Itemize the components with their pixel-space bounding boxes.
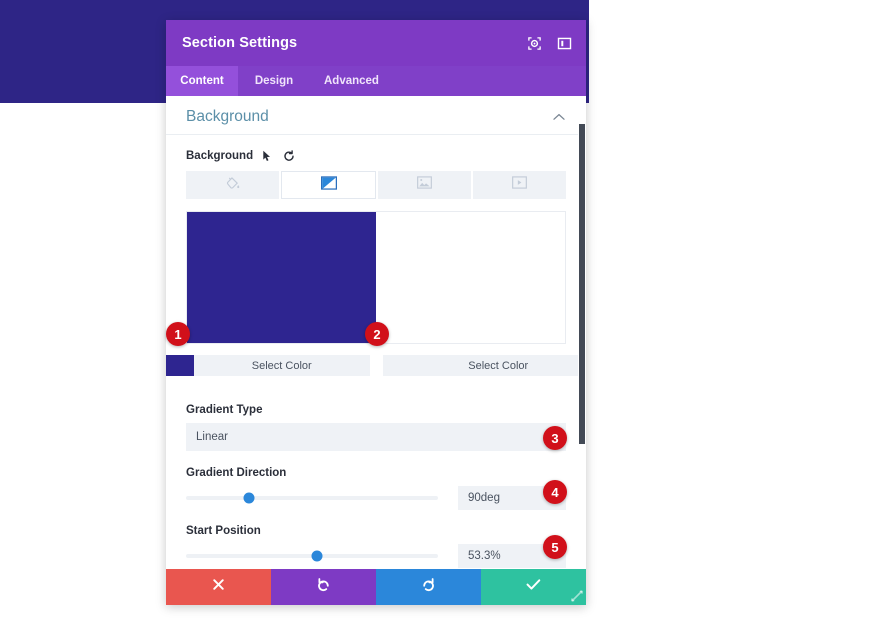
annotation-badge-5: 5 [543,535,567,559]
select-color-button-two[interactable]: Select Color [410,355,586,376]
gradient-direction-slider-knob[interactable] [243,492,255,504]
screen-root: Section Settings Content Design Advanced… [0,0,880,632]
background-field-header: Background [186,149,566,162]
modal-tab-bar: Content Design Advanced [166,66,586,96]
tab-design-label: Design [254,75,294,87]
tab-advanced[interactable]: Advanced [310,66,393,96]
modal-scrollbar[interactable] [578,96,586,569]
redo-button[interactable] [376,569,481,605]
background-video-tab[interactable] [473,171,566,199]
background-field-label: Background [186,149,254,162]
background-settings-content: Background [166,135,586,344]
layout-columns-icon[interactable] [556,35,572,51]
color-swatch-two[interactable] [382,355,411,376]
modal-header: Section Settings [166,20,586,66]
tab-content-label: Content [180,75,224,87]
page-title: Section Settings [182,35,298,51]
tab-advanced-label: Advanced [324,75,379,87]
gradient-type-select[interactable]: Linear [186,423,566,451]
slider-track [186,496,438,500]
target-icon[interactable] [526,35,542,51]
chevron-up-icon[interactable] [552,110,566,124]
check-icon [526,578,541,596]
modal-scrollbar-thumb[interactable] [579,124,585,444]
header-icon-group [526,35,572,51]
reset-icon[interactable] [282,149,295,162]
gradient-stop-two: Select Color [382,355,586,376]
annotation-badge-4: 4 [543,480,567,504]
gradient-direction-label: Gradient Direction [186,467,287,479]
tab-design[interactable]: Design [238,66,310,96]
start-position-label: Start Position [186,525,261,537]
gradient-stop-one: Select Color [166,355,370,376]
background-type-tabs [186,171,566,199]
select-color-two-label: Select Color [468,359,529,372]
modal-footer [166,569,586,605]
redo-icon [421,577,436,597]
annotation-badge-1: 1 [166,322,190,346]
image-icon [417,176,432,194]
annotation-badge-2: 2 [365,322,389,346]
gradient-color-stops: Select Color Select Color [166,355,586,376]
section-settings-modal: Section Settings Content Design Advanced… [166,20,586,605]
gradient-icon [320,175,337,195]
background-image-tab[interactable] [378,171,471,199]
close-x-icon [212,578,225,596]
gradient-type-value: Linear [196,431,228,443]
start-position-slider[interactable] [186,549,438,563]
color-swatch-one[interactable] [166,355,194,376]
paint-bucket-icon [226,176,240,195]
background-section-header[interactable]: Background [166,96,586,135]
gradient-type-label: Gradient Type [186,404,263,416]
select-color-button-one[interactable]: Select Color [194,355,370,376]
cancel-button[interactable] [166,569,271,605]
select-color-one-label: Select Color [251,359,312,372]
video-icon [512,176,527,194]
start-position-field: Start Position 53.3% [186,525,566,568]
start-position-slider-knob[interactable] [311,550,323,562]
undo-button[interactable] [271,569,376,605]
start-position-value: 53.3% [468,550,501,562]
gradient-direction-value: 90deg [468,492,500,504]
resize-handle-icon[interactable] [568,587,586,605]
background-gradient-tab[interactable] [281,171,376,199]
annotation-badge-3: 3 [543,426,567,450]
undo-icon [316,577,331,597]
gradient-direction-field: Gradient Direction 90deg [186,467,566,510]
gradient-options: Gradient Type Linear Gradient Direction [166,390,586,569]
tab-content[interactable]: Content [166,66,238,96]
background-color-tab[interactable] [186,171,279,199]
background-section-title: Background [186,108,269,125]
gradient-direction-slider[interactable] [186,491,438,505]
cursor-pointer-icon [261,149,274,162]
